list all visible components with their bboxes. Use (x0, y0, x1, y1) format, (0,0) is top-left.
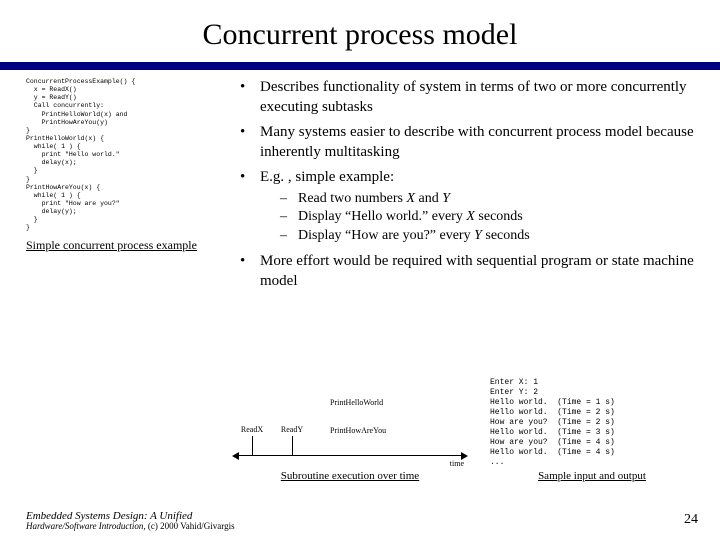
timeline-caption: Subroutine execution over time (230, 470, 470, 482)
lower-row: ReadX ReadY PrintHelloWorld PrintHowAreY… (230, 378, 694, 482)
bullet-3-text: E.g. , simple example: (260, 169, 394, 185)
label-hello: PrintHelloWorld (330, 398, 383, 407)
bullet-1: Describes functionality of system in ter… (234, 78, 694, 117)
output-block: Enter X: 1 Enter Y: 2 Hello world. (Time… (490, 378, 694, 482)
left-column: ConcurrentProcessExample() { x = ReadX()… (26, 78, 226, 297)
timeline-canvas: ReadX ReadY PrintHelloWorld PrintHowAreY… (230, 388, 470, 468)
timeline-diagram: ReadX ReadY PrintHelloWorld PrintHowAreY… (230, 388, 470, 482)
slide: Concurrent process model ConcurrentProce… (0, 0, 720, 540)
bullet-list: Describes functionality of system in ter… (234, 78, 694, 291)
tick-label-ready: ReadY (281, 425, 303, 434)
right-column: Describes functionality of system in ter… (234, 78, 694, 297)
sub-bullets: Read two numbers X and Y Display “Hello … (260, 190, 694, 247)
bullet-3: E.g. , simple example: Read two numbers … (234, 168, 694, 246)
slide-title: Concurrent process model (26, 18, 694, 52)
content-row: ConcurrentProcessExample() { x = ReadX()… (26, 78, 694, 297)
title-divider (0, 62, 720, 68)
tick-ready (292, 436, 293, 456)
bullet-4: More effort would be required with seque… (234, 252, 694, 291)
time-label: time (450, 459, 464, 468)
page-number: 24 (684, 512, 698, 528)
tick-readx (252, 436, 253, 456)
left-caption: Simple concurrent process example (26, 238, 226, 253)
bullet-2: Many systems easier to describe with con… (234, 123, 694, 162)
code-example: ConcurrentProcessExample() { x = ReadX()… (26, 78, 226, 232)
label-how: PrintHowAreYou (330, 426, 386, 435)
footer-line2: Hardware/Software Introduction, (c) 2000… (26, 522, 235, 532)
sub-bullet-2: Display “Hello world.” every X seconds (280, 208, 694, 227)
tick-label-readx: ReadX (241, 425, 263, 434)
time-axis (234, 455, 466, 456)
sample-output: Enter X: 1 Enter Y: 2 Hello world. (Time… (490, 378, 694, 468)
footer: Embedded Systems Design: A Unified Hardw… (26, 510, 235, 532)
sub-bullet-3: Display “How are you?” every Y seconds (280, 227, 694, 246)
sub-bullet-1: Read two numbers X and Y (280, 190, 694, 209)
output-caption: Sample input and output (490, 470, 694, 482)
